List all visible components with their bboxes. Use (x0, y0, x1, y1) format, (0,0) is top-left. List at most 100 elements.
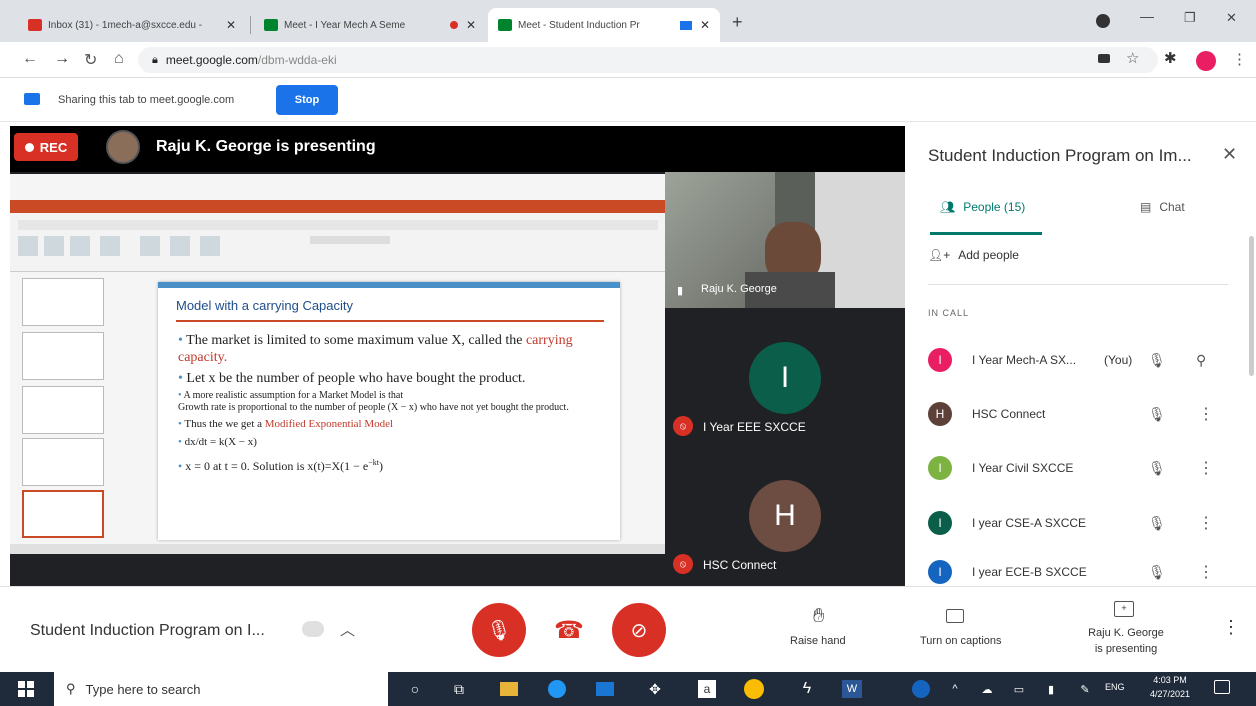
more-options-icon[interactable]: ⋮ (1198, 458, 1214, 478)
back-icon[interactable]: ← (22, 50, 38, 68)
dropbox-icon[interactable]: ✥ (644, 679, 666, 699)
speaker-icon[interactable]: ▮ (1040, 679, 1062, 699)
people-icon: 👥︎ (940, 200, 956, 214)
presenter-video-tile[interactable]: ▮ Raju K. George (665, 172, 905, 308)
more-options-icon[interactable]: ⋮ (1198, 513, 1214, 533)
powerpoint-statusbar (10, 544, 665, 554)
panel-title: Student Induction Program on Im... (928, 146, 1192, 165)
pin-icon[interactable]: ⚲ (1196, 352, 1206, 369)
cortana-icon[interactable]: ○ (404, 679, 426, 699)
windows-start-icon[interactable] (18, 681, 34, 697)
extensions-icon[interactable]: ✱ (1164, 49, 1177, 67)
captions-icon[interactable] (946, 609, 964, 623)
tab-people[interactable]: 👥︎ People (15) (940, 200, 1025, 214)
list-item[interactable]: I I year ECE-B SXCCE 🎙︎ ⋮ (928, 558, 1248, 586)
participant-tile[interactable]: H ⦸ HSC Connect (665, 448, 905, 586)
stop-sharing-button[interactable]: Stop (276, 85, 338, 115)
slide-line: • Let x be the number of people who have… (178, 371, 526, 386)
close-icon[interactable]: ✕ (226, 18, 236, 32)
chevron-up-icon[interactable]: ︿ (340, 619, 355, 640)
windows-taskbar: ⚲ Type here to search ENG 4:03 PM 4/27/2… (0, 672, 1256, 706)
slide-line: • x = 0 at t = 0. Solution is x(t)=X(1 −… (178, 458, 383, 473)
menu-kebab-icon[interactable]: ⋮ (1232, 50, 1247, 68)
mic-off-icon: 🎙︎ (1148, 405, 1166, 422)
slide-thumbnail[interactable] (22, 386, 104, 434)
cast-icon (679, 20, 692, 30)
add-person-icon: 👤︎+ (928, 248, 951, 262)
raise-hand-button[interactable]: Raise hand (790, 635, 846, 647)
browser-toolbar: ← → ↻ ⌂ 🔒︎ meet.google.com/dbm-wdda-eki … (0, 42, 1256, 78)
mic-off-icon: ⦸ (673, 554, 693, 574)
avatar: I (928, 511, 952, 535)
avatar: H (928, 402, 952, 426)
present-screen-icon[interactable]: + (1114, 601, 1134, 617)
tab-inbox[interactable]: Inbox (31) - 1mech-a@sxcce.edu - ✕ (18, 8, 246, 42)
edge-icon[interactable] (548, 680, 566, 698)
mic-off-icon: ⦸ (673, 416, 693, 436)
notifications-icon[interactable] (1214, 680, 1230, 694)
file-explorer-icon[interactable] (500, 682, 518, 696)
maximize-icon[interactable]: ❐ (1184, 10, 1196, 26)
close-panel-icon[interactable]: ✕ (1222, 144, 1237, 165)
mic-toggle-button[interactable]: 🎙︎ (472, 603, 526, 657)
close-icon[interactable]: ✕ (466, 18, 476, 32)
slide-line: Growth rate is proportional to the numbe… (178, 402, 569, 413)
amazon-icon[interactable]: a (698, 680, 716, 698)
list-item[interactable]: I I year CSE-A SXCCE 🎙︎ ⋮ (928, 503, 1248, 543)
window-close-icon[interactable]: ✕ (1226, 10, 1237, 26)
star-icon[interactable]: ☆ (1126, 49, 1139, 67)
new-tab-icon[interactable]: + (732, 12, 743, 33)
mail-icon[interactable] (596, 682, 614, 696)
more-options-icon[interactable]: ⋮ (1198, 404, 1214, 424)
pen-icon[interactable]: ✎ (1074, 679, 1096, 699)
captions-button[interactable]: Turn on captions (920, 635, 1002, 647)
user-tray-icon[interactable] (912, 680, 930, 698)
list-item[interactable]: I I Year Mech-A SX... (You) 🎙︎ ⚲ (928, 340, 1248, 380)
camera-toggle-button[interactable]: ⊘ (612, 603, 666, 657)
home-icon[interactable]: ⌂ (114, 50, 124, 68)
tab-chat[interactable]: ▤ Chat (1140, 200, 1185, 214)
camera-off-icon: ⊘ (630, 619, 648, 642)
slide-thumbnail[interactable] (22, 438, 104, 486)
mic-off-icon: 🎙︎ (1148, 459, 1166, 476)
chrome-icon[interactable] (744, 679, 764, 699)
app-bolt-icon[interactable]: ϟ (796, 679, 818, 699)
close-icon[interactable]: ✕ (700, 18, 710, 32)
battery-icon[interactable]: ▭ (1008, 679, 1030, 699)
cloud-icon[interactable]: ☁︎ (976, 679, 998, 699)
presenting-header (10, 126, 905, 172)
address-bar[interactable]: 🔒︎ meet.google.com/dbm-wdda-eki (138, 47, 1158, 73)
chevron-up-icon[interactable]: ^ (944, 679, 966, 699)
minimize-icon[interactable]: — (1140, 8, 1154, 24)
list-item[interactable]: I I Year Civil SXCCE 🎙︎ ⋮ (928, 448, 1248, 488)
leave-call-button[interactable]: ☎︎ (542, 603, 596, 657)
meet-icon (498, 19, 512, 31)
tab-meet-mech[interactable]: Meet - I Year Mech A Seme ✕ (254, 8, 486, 42)
captions-chip-icon[interactable] (302, 621, 324, 637)
task-view-icon[interactable]: ⧉ (448, 679, 470, 699)
camera-icon[interactable] (1098, 54, 1110, 63)
avatar[interactable] (1196, 51, 1216, 71)
reload-icon[interactable]: ↻ (84, 50, 97, 70)
forward-icon[interactable]: → (54, 50, 70, 68)
taskbar-search-box[interactable]: ⚲ Type here to search (54, 672, 388, 706)
scrollbar[interactable] (1249, 236, 1254, 376)
raise-hand-icon[interactable]: ✋︎ (813, 605, 824, 628)
profile-circle-icon[interactable] (1096, 14, 1110, 28)
hang-up-icon: ☎︎ (554, 616, 584, 644)
add-people-button[interactable]: 👤︎+ Add people (928, 248, 1019, 262)
slide-title: Model with a carrying Capacity (176, 298, 354, 313)
list-item[interactable]: H HSC Connect 🎙︎ ⋮ (928, 394, 1248, 434)
tab-meet-induction[interactable]: Meet - Student Induction Pr ✕ (488, 8, 720, 42)
participant-tile[interactable]: I ⦸ I Year EEE SXCCE (665, 312, 905, 444)
meeting-name[interactable]: Student Induction Program on I... (30, 622, 290, 640)
recording-badge: REC (14, 133, 78, 161)
mic-off-icon: 🎙︎ (486, 619, 512, 642)
slide-thumbnail[interactable] (22, 278, 104, 326)
slide-thumbnail-active[interactable] (22, 490, 104, 538)
word-icon[interactable]: W (842, 680, 862, 698)
mic-off-icon: 🎙︎ (1148, 351, 1166, 368)
slide-thumbnail[interactable] (22, 332, 104, 380)
more-options-icon[interactable]: ⋮ (1222, 617, 1240, 638)
more-options-icon[interactable]: ⋮ (1198, 562, 1214, 582)
